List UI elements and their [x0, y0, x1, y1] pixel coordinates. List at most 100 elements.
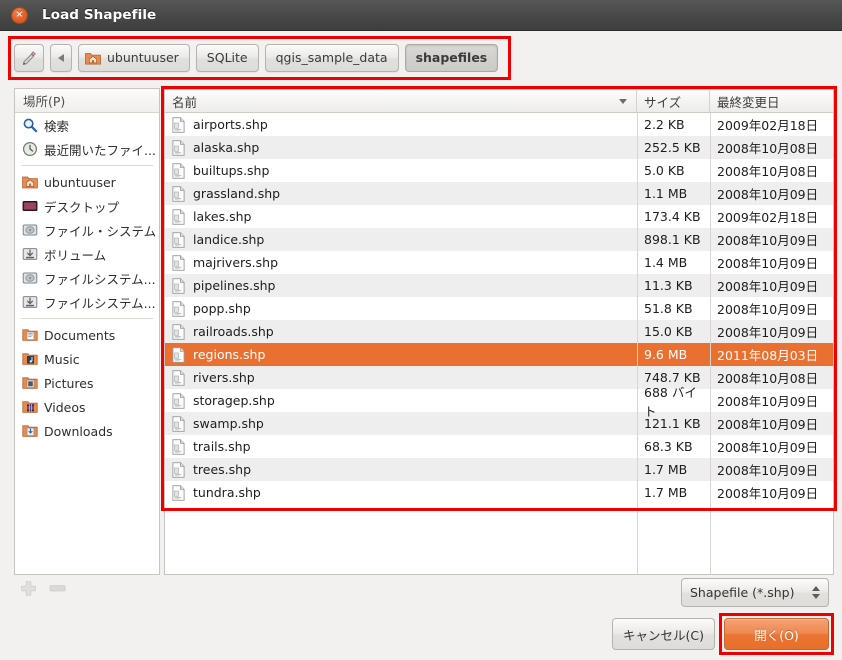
cell-date: 2008年10月09日	[710, 297, 833, 320]
place-item-search[interactable]: 検索	[15, 113, 159, 137]
place-item-music[interactable]: Music	[15, 347, 159, 371]
file-name: builtups.shp	[193, 163, 270, 178]
place-item-label: ubuntuuser	[44, 174, 116, 190]
cell-name: lakes.shp	[165, 205, 637, 228]
breadcrumb-shapefiles[interactable]: shapefiles	[404, 44, 499, 72]
file-name: popp.shp	[193, 301, 251, 316]
home-folder-icon	[85, 53, 101, 65]
search-icon	[23, 118, 38, 133]
file-icon	[172, 346, 185, 363]
place-item-label: Videos	[44, 399, 86, 415]
file-size: 9.6 MB	[644, 347, 688, 362]
place-item-desktop[interactable]: デスクトップ	[15, 194, 159, 218]
place-item-label: Downloads	[44, 423, 113, 439]
open-button[interactable]: 開く(O)	[724, 618, 829, 650]
table-row[interactable]: airports.shp 2.2 KB 2009年02月18日	[165, 113, 833, 136]
column-header-name[interactable]: 名前	[165, 90, 637, 112]
file-icon	[172, 369, 185, 386]
file-name: railroads.shp	[193, 324, 274, 339]
table-row[interactable]: storagep.shp 688 バイト 2008年10月09日	[165, 385, 833, 419]
place-item-filesystem-2[interactable]: ファイルシステム...	[15, 266, 159, 290]
table-row[interactable]: landice.shp 898.1 KB 2008年10月09日	[165, 228, 833, 251]
cell-size: 51.8 KB	[637, 297, 710, 320]
plus-icon[interactable]	[20, 580, 37, 597]
cell-date: 2008年10月09日	[710, 435, 833, 458]
path-back-button[interactable]	[50, 44, 72, 72]
cancel-button[interactable]: キャンセル(C)	[612, 618, 715, 650]
table-row-selected[interactable]: regions.shp 9.6 MB 2011年08月03日	[165, 343, 833, 366]
file-date: 2009年02月18日	[717, 210, 819, 225]
table-row[interactable]: lakes.shp 173.4 KB 2009年02月18日	[165, 205, 833, 228]
place-item-documents[interactable]: Documents	[15, 323, 159, 347]
cell-name: builtups.shp	[165, 159, 637, 182]
cell-name: majrivers.shp	[165, 251, 637, 274]
sort-desc-icon	[619, 98, 627, 104]
file-date: 2008年10月09日	[717, 233, 819, 248]
file-icon	[172, 254, 185, 271]
breadcrumb-sqlite[interactable]: SQLite	[195, 44, 259, 72]
place-item-ubuntuuser[interactable]: ubuntuuser	[15, 170, 159, 194]
load-shapefile-dialog: × Load Shapefile ubuntuuser SQLite qgis_…	[0, 0, 842, 660]
table-row[interactable]: popp.shp 51.8 KB 2008年10月09日	[165, 297, 833, 320]
place-item-filesystem-3[interactable]: ファイルシステム...	[15, 290, 159, 314]
table-row[interactable]: trees.shp 1.7 MB 2008年10月09日	[165, 458, 833, 481]
column-divider	[710, 113, 711, 574]
file-size: 173.4 KB	[644, 209, 701, 224]
pencil-glyph	[22, 50, 36, 65]
place-item-videos[interactable]: Videos	[15, 395, 159, 419]
file-icon	[172, 162, 185, 179]
breadcrumb-ubuntuuser[interactable]: ubuntuuser	[78, 44, 190, 72]
places-header: 場所(P)	[15, 89, 159, 113]
cell-size: 1.1 MB	[637, 182, 710, 205]
place-item-pictures[interactable]: Pictures	[15, 371, 159, 395]
place-item-volume[interactable]: ボリューム	[15, 242, 159, 266]
place-item-label: Pictures	[44, 375, 94, 391]
cell-size: 68.3 KB	[637, 435, 710, 458]
table-row[interactable]: pipelines.shp 11.3 KB 2008年10月09日	[165, 274, 833, 297]
file-date: 2008年10月09日	[717, 256, 819, 271]
cell-size: 173.4 KB	[637, 205, 710, 228]
file-icon	[172, 185, 185, 202]
column-header-date[interactable]: 最終変更日	[710, 90, 833, 112]
file-name: swamp.shp	[193, 416, 264, 431]
file-icon	[172, 484, 185, 501]
place-item-filesystem[interactable]: ファイル・システム	[15, 218, 159, 242]
file-name: majrivers.shp	[193, 255, 279, 270]
title-bar: × Load Shapefile	[0, 0, 842, 31]
table-row[interactable]: trails.shp 68.3 KB 2008年10月09日	[165, 435, 833, 458]
table-row[interactable]: alaska.shp 252.5 KB 2008年10月08日	[165, 136, 833, 159]
file-name: airports.shp	[193, 117, 268, 132]
column-header-size[interactable]: サイズ	[637, 90, 710, 112]
cell-name: trails.shp	[165, 435, 637, 458]
table-row[interactable]: rivers.shp 748.7 KB 2008年10月08日	[165, 366, 833, 389]
place-item-label: ファイルシステム...	[44, 295, 156, 311]
table-row[interactable]: tundra.shp 1.7 MB 2008年10月09日	[165, 481, 833, 504]
file-icon	[172, 139, 185, 156]
cell-date: 2008年10月09日	[710, 481, 833, 504]
file-size: 51.8 KB	[644, 301, 693, 316]
table-row[interactable]: builtups.shp 5.0 KB 2008年10月08日	[165, 159, 833, 182]
cell-name: swamp.shp	[165, 412, 637, 435]
table-row[interactable]: grassland.shp 1.1 MB 2008年10月09日	[165, 182, 833, 205]
file-icon	[172, 392, 185, 409]
breadcrumb-qgis-sample-data[interactable]: qgis_sample_data	[264, 44, 399, 72]
file-list[interactable]: 名前 サイズ 最終変更日 airports.shp 2.2 KB 2009年02月1…	[164, 89, 834, 575]
place-item-recent[interactable]: 最近開いたファイ...	[15, 137, 159, 161]
place-item-downloads[interactable]: Downloads	[15, 419, 159, 443]
harddisk-icon	[22, 272, 38, 284]
file-icon	[172, 300, 185, 317]
table-row[interactable]: majrivers.shp 1.4 MB 2008年10月09日	[165, 251, 833, 274]
videos-folder-icon	[22, 401, 38, 413]
file-name: pipelines.shp	[193, 278, 276, 293]
pencil-icon[interactable]	[14, 44, 44, 72]
cell-size: 252.5 KB	[637, 136, 710, 159]
cell-size: 121.1 KB	[637, 412, 710, 435]
file-type-filter-combo[interactable]: Shapefile (*.shp)	[681, 578, 829, 607]
cell-size: 15.0 KB	[637, 320, 710, 343]
table-row[interactable]: railroads.shp 15.0 KB 2008年10月09日	[165, 320, 833, 343]
place-item-label: ボリューム	[44, 247, 107, 263]
minus-icon[interactable]	[49, 584, 66, 593]
close-icon[interactable]: ×	[11, 6, 28, 24]
cell-date: 2008年10月09日	[710, 320, 833, 343]
table-row[interactable]: swamp.shp 121.1 KB 2008年10月09日	[165, 412, 833, 435]
